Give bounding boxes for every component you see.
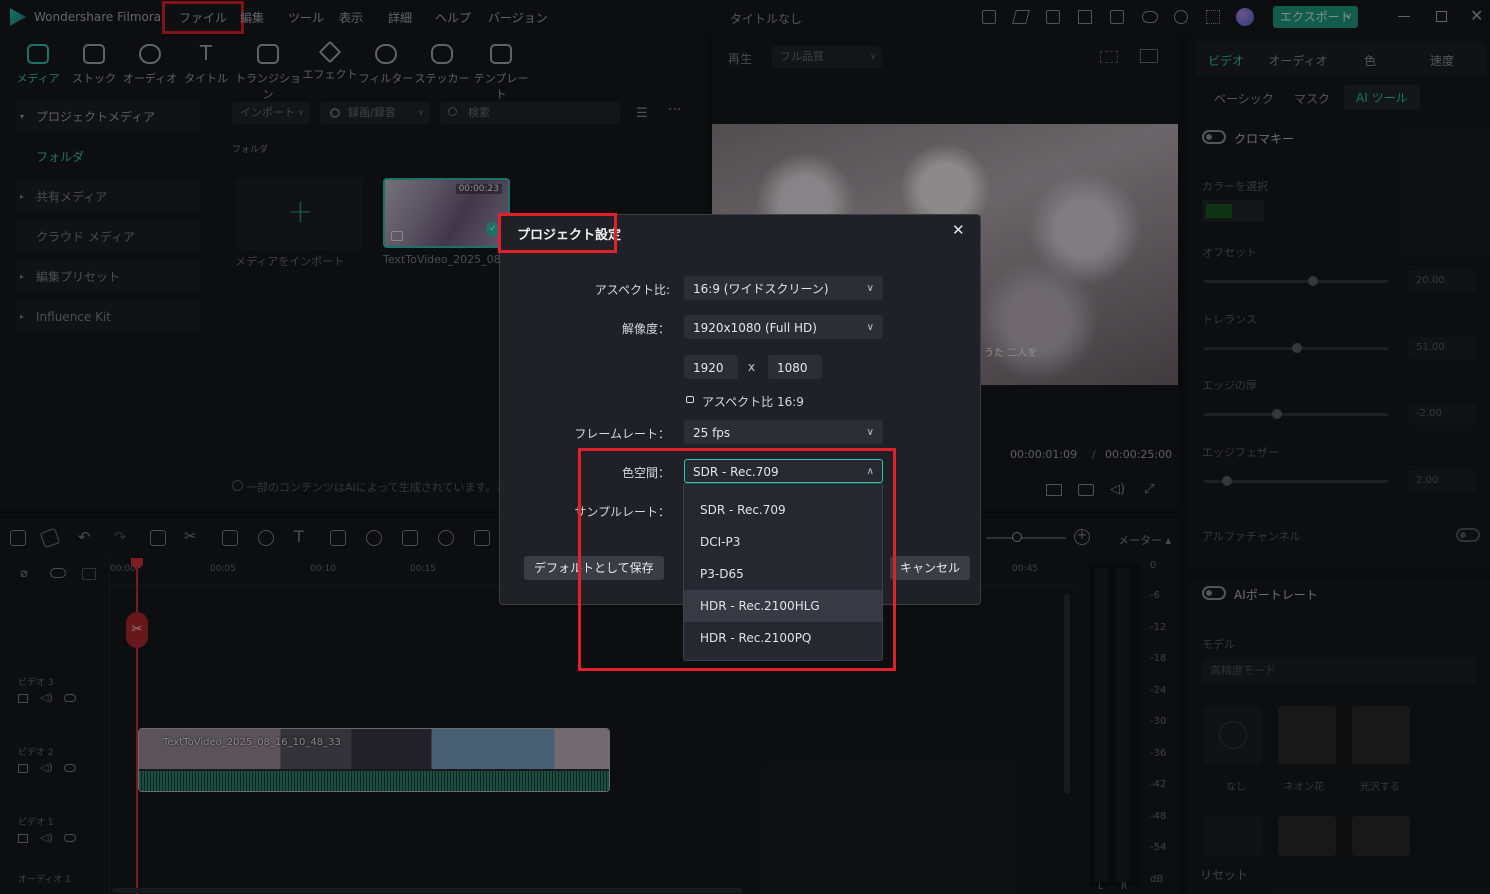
lock-icon[interactable] xyxy=(686,396,694,403)
framerate-select[interactable]: 25 fps ∨ xyxy=(684,420,883,444)
resolution-select[interactable]: 1920x1080 (Full HD) ∨ xyxy=(684,315,883,339)
chevron-down-icon: ∨ xyxy=(866,283,874,294)
aspect-lock-label: アスペクト比 16:9 xyxy=(702,395,804,409)
width-input[interactable]: 1920 xyxy=(684,355,738,379)
annotation-highlight-colorspace xyxy=(578,448,896,671)
aspect-ratio-select[interactable]: 16:9 (ワイドスクリーン) ∨ xyxy=(684,276,883,300)
resolution-label: 解像度： xyxy=(621,322,670,336)
chevron-down-icon: ∨ xyxy=(866,427,874,438)
aspect-ratio-label: アスペクト比: xyxy=(594,283,670,297)
cancel-button[interactable]: キャンセル xyxy=(890,556,971,580)
chevron-down-icon: ∨ xyxy=(866,322,874,333)
close-icon[interactable]: ✕ xyxy=(952,221,965,239)
framerate-label: フレームレート： xyxy=(574,427,670,441)
height-input[interactable]: 1080 xyxy=(768,355,822,379)
annotation-highlight-title xyxy=(498,213,617,253)
dimension-separator: x xyxy=(748,360,756,374)
